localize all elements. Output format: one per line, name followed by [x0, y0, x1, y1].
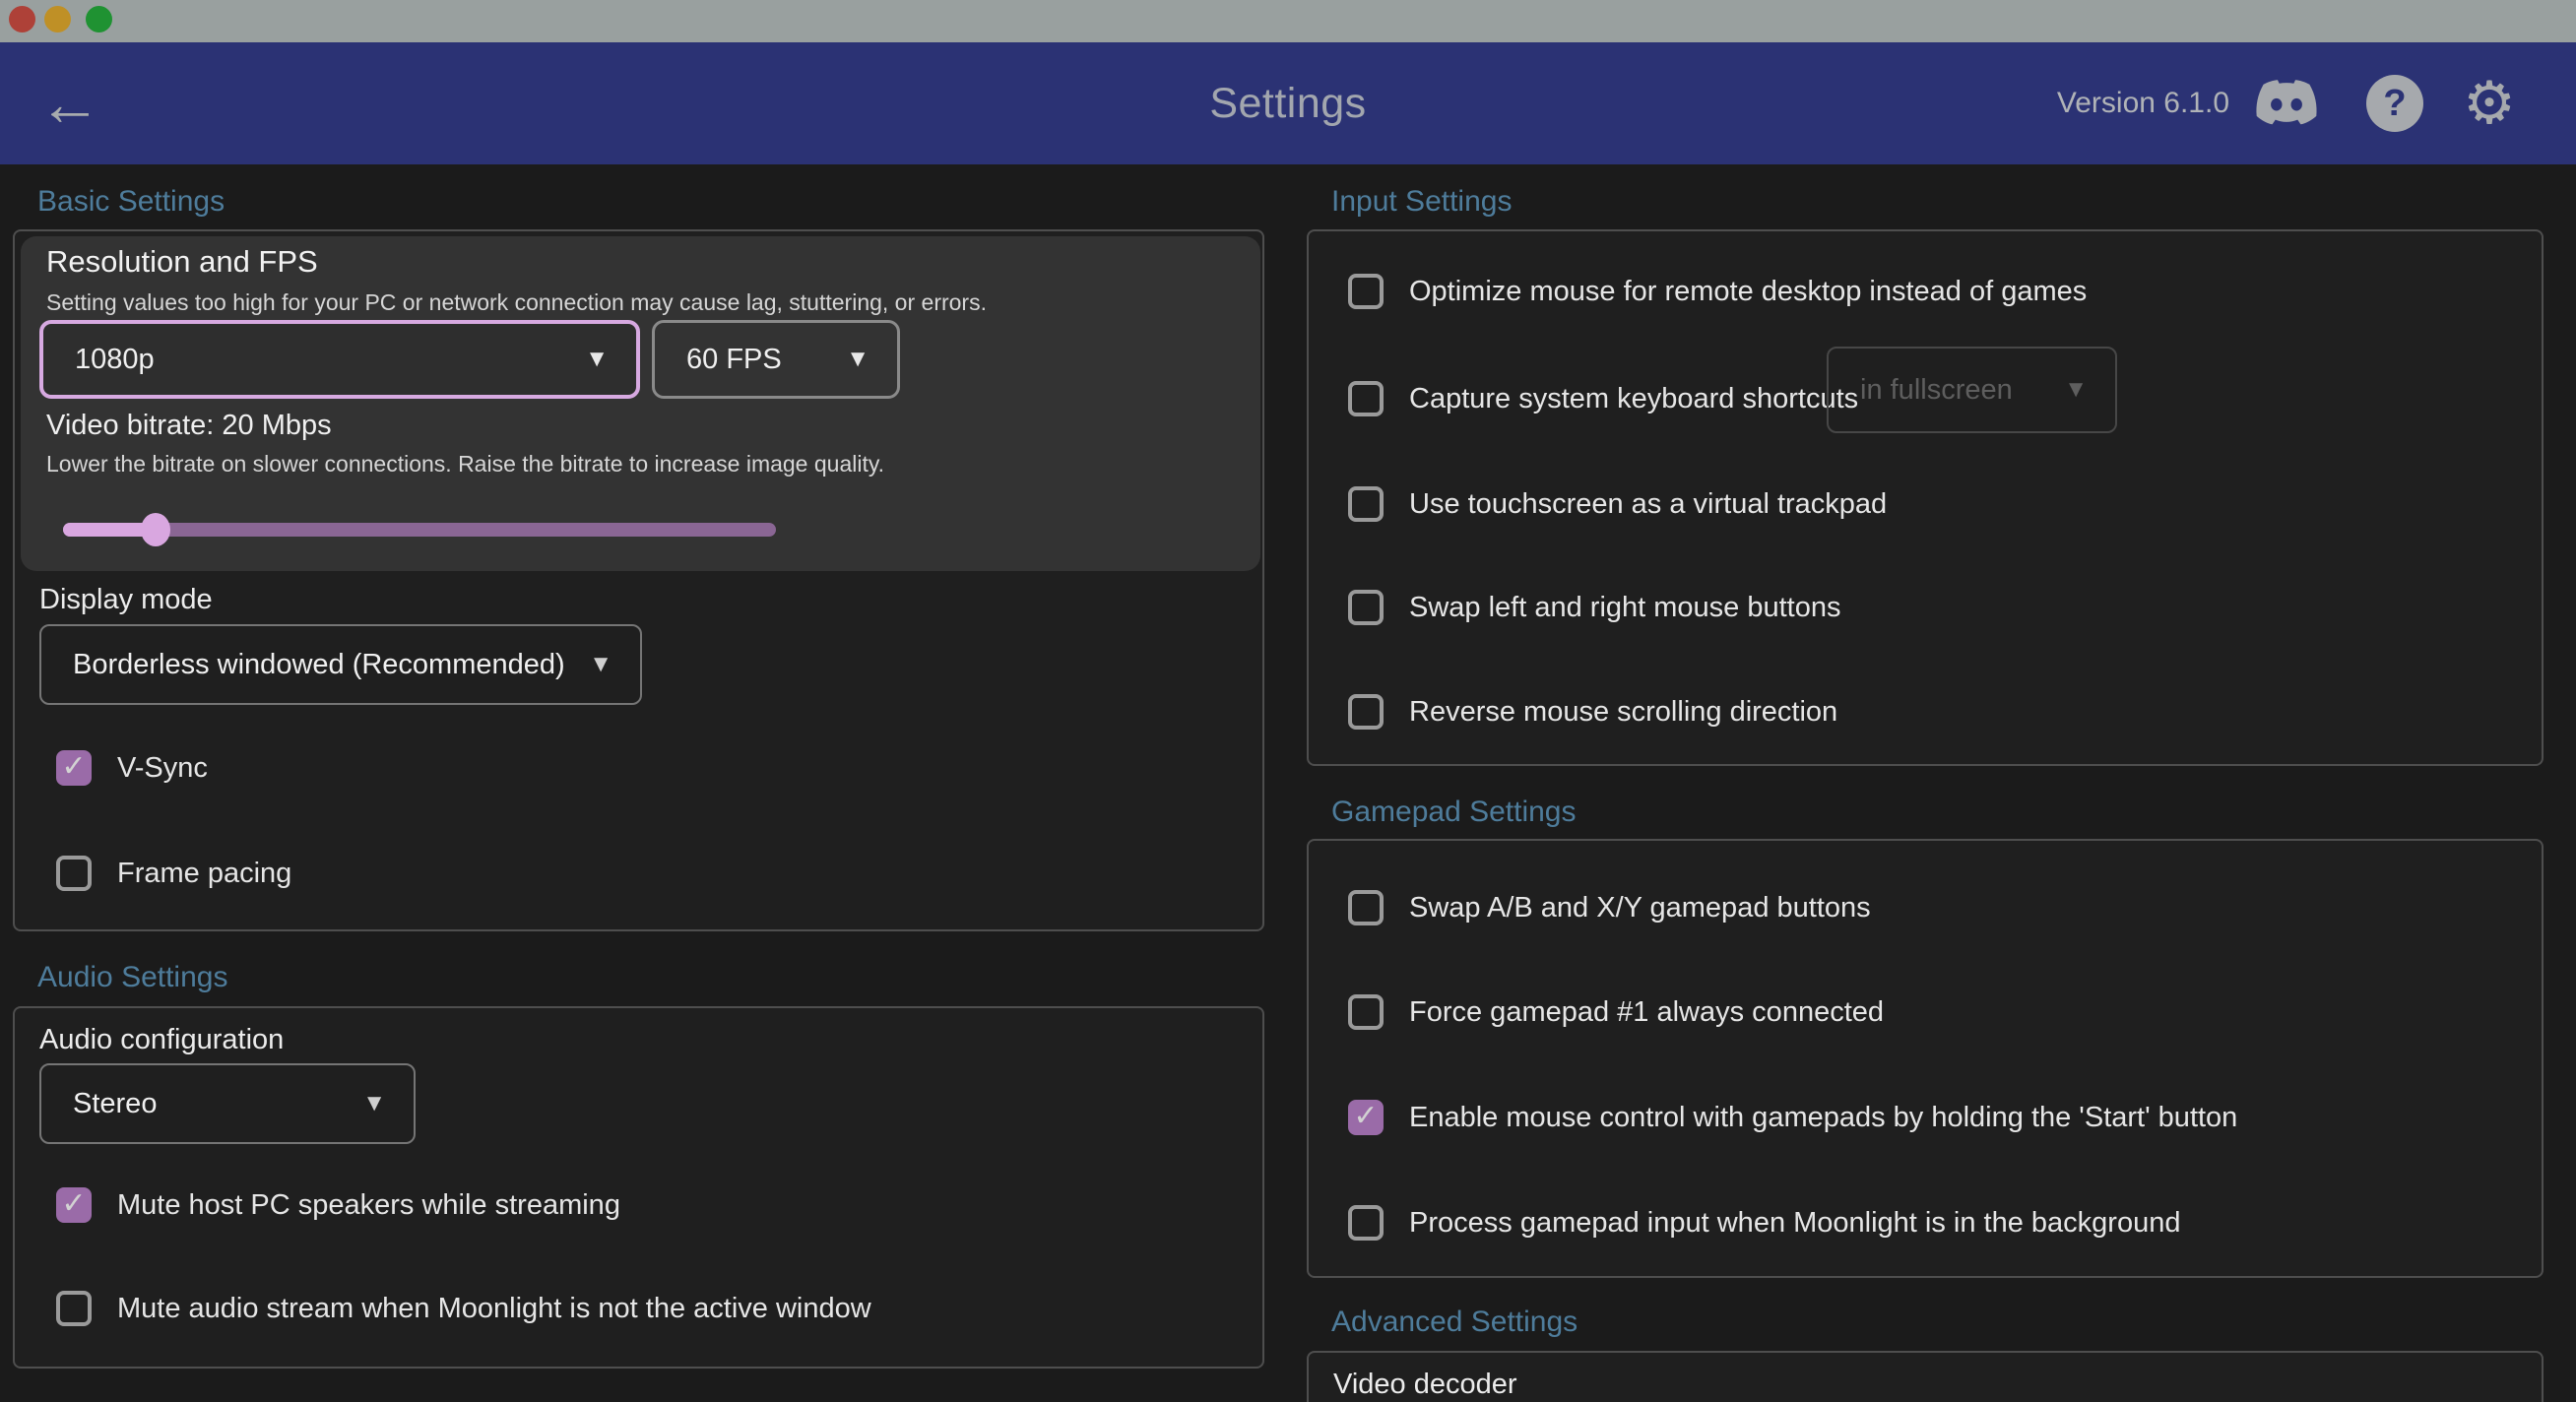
app-header: ← Settings Version 6.1.0 ? ⚙: [0, 42, 2576, 164]
capture-shortcuts-label: Capture system keyboard shortcuts: [1409, 381, 1858, 416]
swap-mouse-buttons-row[interactable]: ✓ Swap left and right mouse buttons: [1348, 588, 1840, 627]
optimize-mouse-checkbox[interactable]: ✓: [1348, 274, 1384, 309]
bitrate-slider-thumb[interactable]: [141, 513, 170, 546]
mute-stream-row[interactable]: ✓ Mute audio stream when Moonlight is no…: [56, 1289, 871, 1328]
touchscreen-trackpad-label: Use touchscreen as a virtual trackpad: [1409, 486, 1887, 522]
mute-host-checkbox[interactable]: ✓: [56, 1187, 92, 1223]
gamepad-mouse-control-checkbox[interactable]: ✓: [1348, 1100, 1384, 1135]
swap-mouse-buttons-checkbox[interactable]: ✓: [1348, 590, 1384, 625]
bitrate-slider[interactable]: [63, 510, 776, 549]
vsync-label: V-Sync: [117, 750, 208, 786]
help-icon: ?: [2366, 75, 2423, 132]
chevron-down-icon: ▼: [585, 346, 609, 373]
display-mode-dropdown[interactable]: Borderless windowed (Recommended) ▼: [39, 624, 642, 705]
gear-icon: ⚙: [2463, 74, 2516, 133]
audio-settings-panel: Audio configuration Stereo ▼ ✓ Mute host…: [13, 1006, 1264, 1369]
settings-gear-button[interactable]: ⚙: [2458, 42, 2521, 164]
audio-config-label: Audio configuration: [39, 1024, 284, 1056]
touchscreen-trackpad-row[interactable]: ✓ Use touchscreen as a virtual trackpad: [1348, 484, 1887, 524]
basic-settings-panel: Resolution and FPS Setting values too hi…: [13, 229, 1264, 931]
bitrate-label: Video bitrate: 20 Mbps: [46, 410, 332, 442]
capture-shortcuts-checkbox[interactable]: ✓: [1348, 381, 1384, 416]
input-settings-panel: ✓ Optimize mouse for remote desktop inst…: [1307, 229, 2544, 766]
mute-stream-label: Mute audio stream when Moonlight is not …: [117, 1291, 871, 1326]
mute-stream-checkbox[interactable]: ✓: [56, 1291, 92, 1326]
mute-host-row[interactable]: ✓ Mute host PC speakers while streaming: [56, 1185, 620, 1225]
audio-config-dropdown[interactable]: Stereo ▼: [39, 1063, 416, 1144]
optimize-mouse-label: Optimize mouse for remote desktop instea…: [1409, 274, 2087, 309]
check-icon: ✓: [61, 749, 86, 784]
capture-shortcuts-mode-value: in fullscreen: [1860, 374, 2013, 407]
gamepad-background-label: Process gamepad input when Moonlight is …: [1409, 1205, 2180, 1241]
reverse-scroll-row[interactable]: ✓ Reverse mouse scrolling direction: [1348, 692, 1837, 732]
capture-shortcuts-mode-dropdown: in fullscreen ▼: [1827, 347, 2117, 433]
vsync-checkbox[interactable]: ✓: [56, 750, 92, 786]
mute-host-label: Mute host PC speakers while streaming: [117, 1187, 620, 1223]
chevron-down-icon: ▼: [362, 1090, 386, 1117]
zoom-window-button[interactable]: [86, 6, 112, 32]
reverse-scroll-label: Reverse mouse scrolling direction: [1409, 694, 1837, 730]
optimize-mouse-row[interactable]: ✓ Optimize mouse for remote desktop inst…: [1348, 272, 2087, 311]
fps-dropdown[interactable]: 60 FPS ▼: [652, 320, 900, 399]
resolution-fps-card: Resolution and FPS Setting values too hi…: [21, 236, 1260, 571]
force-gamepad-row[interactable]: ✓ Force gamepad #1 always connected: [1348, 992, 1884, 1032]
check-icon: ✓: [61, 1186, 86, 1221]
resolution-value: 1080p: [75, 344, 155, 376]
swap-ab-xy-row[interactable]: ✓ Swap A/B and X/Y gamepad buttons: [1348, 888, 1871, 927]
reverse-scroll-checkbox[interactable]: ✓: [1348, 694, 1384, 730]
gamepad-mouse-control-row[interactable]: ✓ Enable mouse control with gamepads by …: [1348, 1098, 2237, 1137]
capture-shortcuts-row[interactable]: ✓ Capture system keyboard shortcuts: [1348, 379, 1858, 418]
touchscreen-trackpad-checkbox[interactable]: ✓: [1348, 486, 1384, 522]
discord-icon: [2251, 76, 2322, 131]
resolution-fps-title: Resolution and FPS: [46, 244, 318, 280]
advanced-settings-panel: Video decoder: [1307, 1351, 2544, 1402]
gamepad-background-checkbox[interactable]: ✓: [1348, 1205, 1384, 1241]
frame-pacing-row[interactable]: ✓ Frame pacing: [56, 854, 291, 893]
video-decoder-label: Video decoder: [1333, 1369, 1517, 1401]
fps-value: 60 FPS: [686, 344, 782, 376]
help-button[interactable]: ?: [2363, 42, 2426, 164]
swap-ab-xy-checkbox[interactable]: ✓: [1348, 890, 1384, 925]
bitrate-hint: Lower the bitrate on slower connections.…: [46, 451, 884, 478]
gamepad-settings-panel: ✓ Swap A/B and X/Y gamepad buttons ✓ For…: [1307, 839, 2544, 1278]
swap-mouse-buttons-label: Swap left and right mouse buttons: [1409, 590, 1840, 625]
force-gamepad-checkbox[interactable]: ✓: [1348, 994, 1384, 1030]
vsync-row[interactable]: ✓ V-Sync: [56, 748, 208, 788]
close-window-button[interactable]: [9, 6, 35, 32]
macos-titlebar: [0, 0, 2576, 42]
chevron-down-icon: ▼: [846, 346, 869, 373]
advanced-settings-heading: Advanced Settings: [1331, 1304, 1578, 1341]
frame-pacing-label: Frame pacing: [117, 856, 291, 891]
frame-pacing-checkbox[interactable]: ✓: [56, 856, 92, 891]
chevron-down-icon: ▼: [2064, 376, 2088, 404]
resolution-dropdown[interactable]: 1080p ▼: [39, 320, 640, 399]
gamepad-background-row[interactable]: ✓ Process gamepad input when Moonlight i…: [1348, 1203, 2180, 1243]
display-mode-label: Display mode: [39, 584, 213, 616]
chevron-down-icon: ▼: [589, 651, 612, 678]
input-settings-heading: Input Settings: [1331, 183, 1512, 221]
minimize-window-button[interactable]: [44, 6, 71, 32]
discord-button[interactable]: [2245, 42, 2328, 164]
gamepad-mouse-control-label: Enable mouse control with gamepads by ho…: [1409, 1100, 2237, 1135]
force-gamepad-label: Force gamepad #1 always connected: [1409, 994, 1884, 1030]
basic-settings-heading: Basic Settings: [37, 183, 225, 221]
resolution-fps-subtitle: Setting values too high for your PC or n…: [46, 289, 987, 316]
audio-settings-heading: Audio Settings: [37, 959, 227, 996]
audio-config-value: Stereo: [73, 1088, 157, 1120]
swap-ab-xy-label: Swap A/B and X/Y gamepad buttons: [1409, 890, 1871, 925]
version-label: Version 6.1.0: [2057, 42, 2229, 164]
display-mode-value: Borderless windowed (Recommended): [73, 649, 565, 681]
gamepad-settings-heading: Gamepad Settings: [1331, 794, 1576, 831]
check-icon: ✓: [1353, 1099, 1378, 1133]
